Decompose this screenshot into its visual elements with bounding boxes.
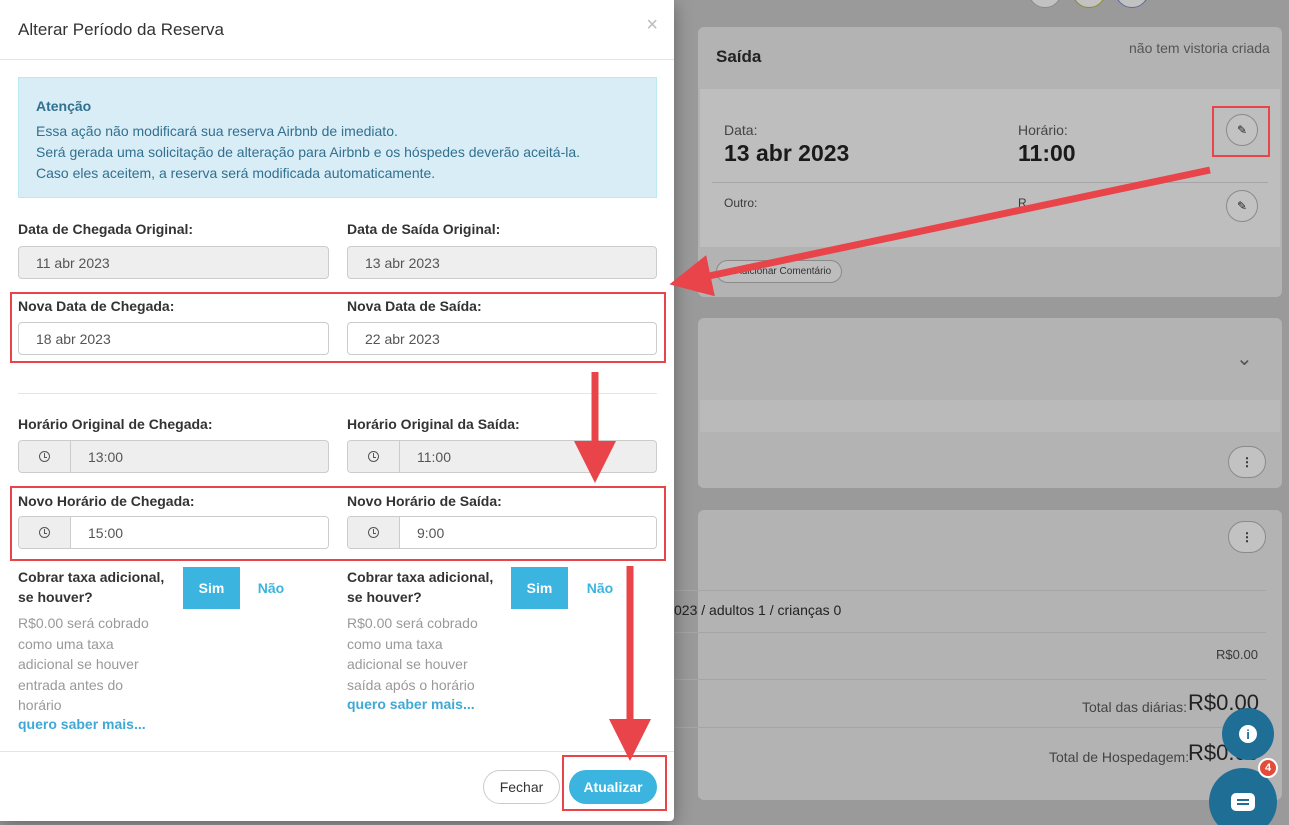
chevron-down-icon[interactable]: ⌄: [1236, 346, 1253, 371]
new-checkin-label: Nova Data de Chegada:: [18, 298, 175, 314]
info-button[interactable]: i: [1222, 708, 1274, 760]
checkout-card-title: Saída: [716, 47, 762, 66]
modal-title: Alterar Período da Reserva: [18, 20, 224, 39]
divider: [674, 727, 1266, 728]
top-avatar-1: [1028, 0, 1062, 8]
price-row-value: R$0.00: [1216, 647, 1258, 662]
orig-time-in-value: 13:00: [88, 448, 124, 465]
date-label: Data:: [724, 122, 758, 138]
divider: [674, 679, 1266, 680]
original-checkout-field: 13 abr 2023: [347, 246, 657, 279]
attention-alert: Atenção Essa ação não modificará sua res…: [18, 77, 657, 198]
fee-checkout-learn-more-link[interactable]: quero saber mais...: [347, 696, 475, 712]
fee-checkin-learn-more-link[interactable]: quero saber mais...: [18, 716, 146, 732]
clock-icon: [19, 441, 71, 472]
edit-date-button[interactable]: ✎: [1226, 114, 1258, 146]
kebab-icon: ⋮: [1241, 530, 1253, 544]
other-label: Outro:: [724, 196, 758, 210]
pencil-icon: ✎: [1236, 199, 1248, 213]
alert-title: Atenção: [36, 98, 92, 114]
orig-time-out-field: 11:00: [347, 440, 657, 473]
chat-notification-badge: 4: [1258, 758, 1278, 778]
new-time-in-input[interactable]: 15:00: [18, 516, 329, 549]
orig-time-in-field: 13:00: [18, 440, 329, 473]
new-time-out-label: Novo Horário de Saída:: [347, 493, 502, 509]
modal-header: Alterar Período da Reserva ×: [0, 0, 674, 60]
more-options-button[interactable]: ⋮: [1228, 521, 1266, 553]
original-checkin-label: Data de Chegada Original:: [18, 221, 194, 237]
total-hosp-label: Total de Hospedagem:: [1049, 749, 1190, 765]
more-options-button[interactable]: ⋮: [1228, 446, 1266, 478]
section-divider: [18, 393, 657, 394]
clock-icon: [348, 441, 400, 472]
update-button[interactable]: Atualizar: [569, 770, 657, 804]
new-time-out-input[interactable]: 9:00: [347, 516, 657, 549]
original-checkout-label: Data de Saída Original:: [347, 221, 501, 237]
time-label: Horário:: [1018, 122, 1068, 138]
time-value: 11:00: [1018, 140, 1076, 166]
info-icon: i: [1239, 725, 1257, 743]
alert-line: Será gerada uma solicitação de alteração…: [36, 144, 581, 160]
fee-checkout-label: Cobrar taxa adicional, se houver?: [347, 569, 494, 605]
clock-icon[interactable]: [19, 517, 71, 548]
fee-checkin-yes-button[interactable]: Sim: [183, 567, 240, 609]
orig-time-out-value: 11:00: [417, 448, 451, 465]
new-checkout-label: Nova Data de Saída:: [347, 298, 482, 314]
new-time-in-value[interactable]: 15:00: [71, 517, 328, 548]
new-time-in-label: Novo Horário de Chegada:: [18, 493, 195, 509]
new-checkin-input[interactable]: 18 abr 2023: [18, 322, 329, 355]
fee-checkout-no-button[interactable]: Não: [575, 567, 625, 609]
new-checkout-input[interactable]: 22 abr 2023: [347, 322, 657, 355]
original-checkin-field: 11 abr 2023: [18, 246, 329, 279]
date-value: 13 abr 2023: [724, 140, 850, 166]
edit-other-button[interactable]: ✎: [1226, 190, 1258, 222]
close-button[interactable]: Fechar: [483, 770, 560, 804]
pencil-icon: ✎: [1236, 123, 1248, 137]
collapsed-card-strip: [700, 400, 1280, 432]
top-avatar-3: [1115, 0, 1149, 8]
change-period-modal: Alterar Período da Reserva × Atenção Ess…: [0, 0, 674, 821]
alert-line: Essa ação não modificará sua reserva Air…: [36, 123, 398, 139]
fee-checkin-description: R$0.00 será cobrado como uma taxa adicio…: [18, 615, 149, 713]
total-diarias-label: Total das diárias:: [1082, 699, 1188, 715]
divider: [674, 590, 1266, 591]
vistoria-status: não tem vistoria criada: [1129, 40, 1270, 56]
fee-checkin-no-button[interactable]: Não: [246, 567, 296, 609]
kebab-icon: ⋮: [1241, 455, 1253, 469]
top-avatar-2: [1072, 0, 1106, 8]
divider: [712, 182, 1268, 183]
close-icon[interactable]: ×: [646, 14, 658, 37]
booking-info: 023 / adultos 1 / crianças 0: [674, 602, 842, 618]
partial-label: R: [1018, 196, 1027, 210]
new-time-out-value[interactable]: 9:00: [400, 517, 656, 548]
fee-checkin-label: Cobrar taxa adicional, se houver?: [18, 569, 165, 605]
chat-icon: [1231, 793, 1255, 811]
add-comment-button[interactable]: + Adicionar Comentário: [716, 260, 843, 283]
orig-time-in-label: Horário Original de Chegada:: [18, 416, 213, 432]
clock-icon[interactable]: [348, 517, 400, 548]
fee-checkout-description: R$0.00 será cobrado como uma taxa adicio…: [347, 615, 478, 693]
checkout-details: [700, 89, 1280, 247]
alert-line: Caso eles aceitem, a reserva será modifi…: [36, 165, 436, 181]
orig-time-out-label: Horário Original da Saída:: [347, 416, 520, 432]
modal-footer: Fechar Atualizar: [0, 751, 674, 821]
fee-checkout-yes-button[interactable]: Sim: [511, 567, 568, 609]
divider: [674, 632, 1266, 633]
